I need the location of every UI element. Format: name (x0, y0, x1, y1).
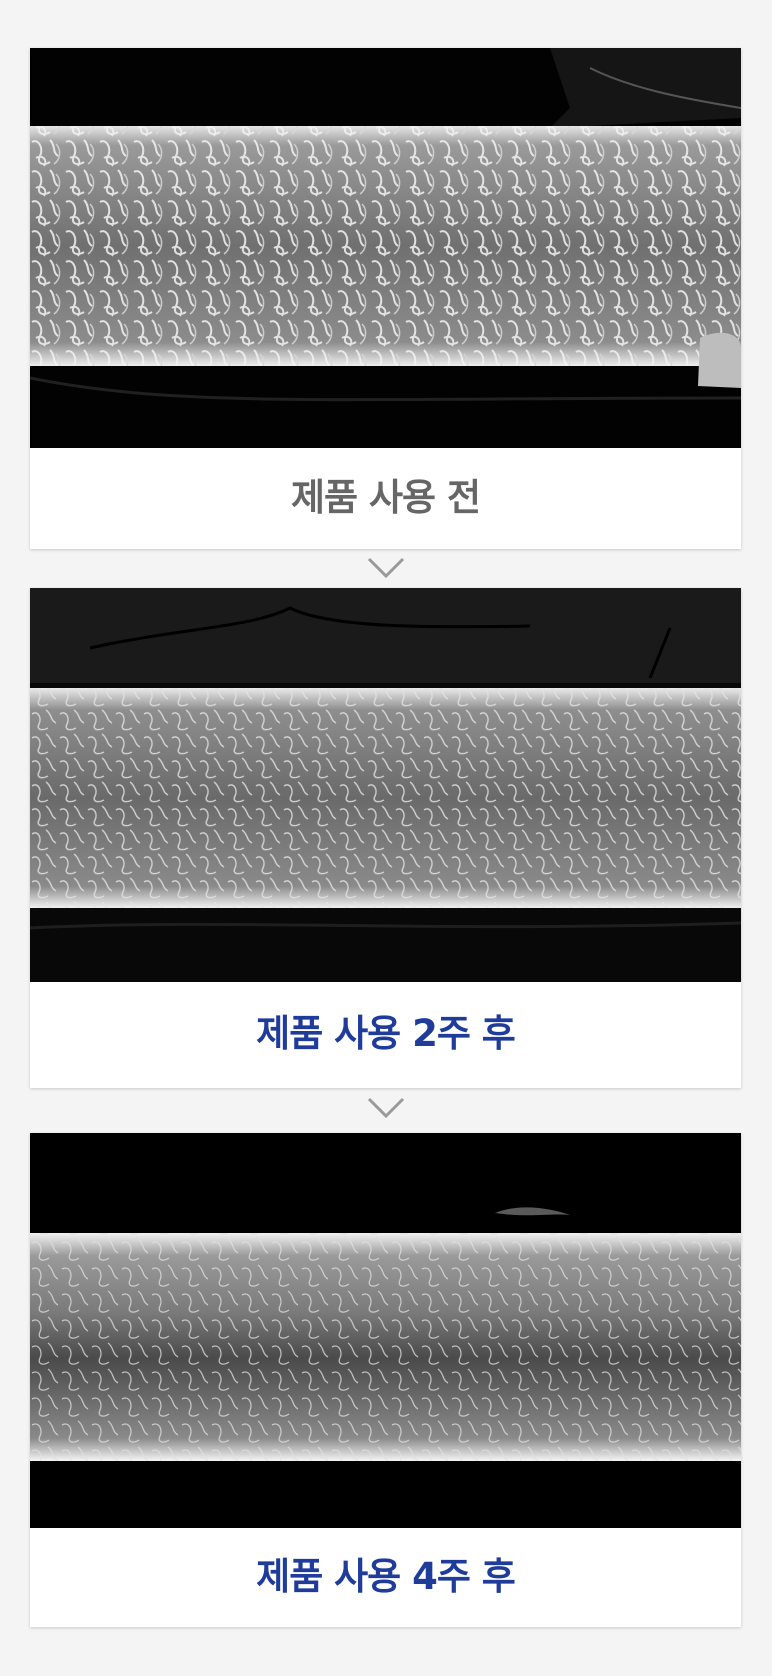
after-4-weeks-card: 제품 사용 4주 후 (30, 1133, 741, 1627)
before-use-caption: 제품 사용 전 (291, 476, 481, 519)
chevron-down-icon (367, 1097, 405, 1119)
before-use-sem-image (30, 48, 741, 448)
after-4-weeks-sem-image (30, 1133, 741, 1528)
before-use-card: 제품 사용 전 (30, 48, 741, 549)
chevron-down-icon (367, 557, 405, 579)
after-2-weeks-caption: 제품 사용 2주 후 (256, 1012, 516, 1055)
after-2-weeks-card: 제품 사용 2주 후 (30, 588, 741, 1088)
after-2-weeks-sem-image (30, 588, 741, 982)
after-4-weeks-caption: 제품 사용 4주 후 (256, 1555, 516, 1598)
